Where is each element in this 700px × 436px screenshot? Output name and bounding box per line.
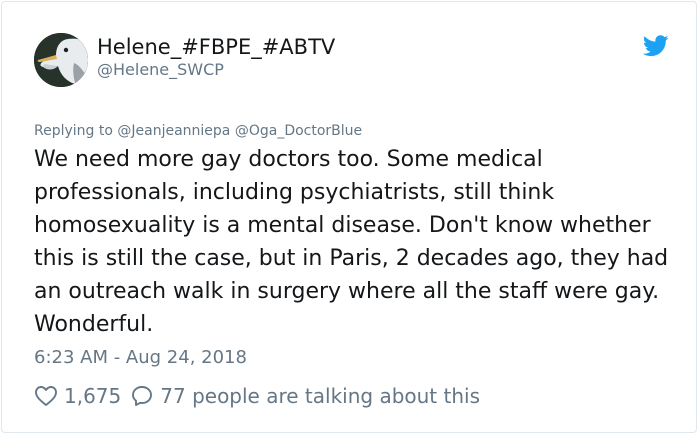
reply-mention-link[interactable]: @Oga_DoctorBlue: [235, 123, 362, 139]
reply-mention-link[interactable]: @Jeanjeanniepa: [117, 123, 230, 139]
tweet-timestamp[interactable]: 6:23 AM - Aug 24, 2018: [34, 346, 247, 370]
user-handle[interactable]: @Helene_SWCP: [97, 60, 224, 80]
display-name[interactable]: Helene_#FBPE_#ABTV: [97, 33, 335, 61]
tweet-text: We need more gay doctors too. Some medic…: [34, 147, 669, 337]
twitter-bird-icon[interactable]: [642, 35, 669, 57]
like-count[interactable]: 1,675: [64, 384, 121, 408]
heart-icon[interactable]: [34, 384, 58, 408]
talking-count-text[interactable]: 77 people are talking about this: [160, 384, 480, 408]
replying-to-label: Replying to: [34, 123, 113, 139]
replying-to-line: Replying to @Jeanjeanniepa @Oga_DoctorBl…: [34, 122, 362, 140]
avatar[interactable]: [34, 33, 88, 87]
avatar-image: [34, 33, 88, 87]
tweet-actions: 1,675 77 people are talking about this: [34, 382, 480, 410]
tweet-card: Helene_#FBPE_#ABTV @Helene_SWCP Replying…: [1, 1, 697, 433]
speech-bubble-icon[interactable]: [130, 384, 154, 408]
